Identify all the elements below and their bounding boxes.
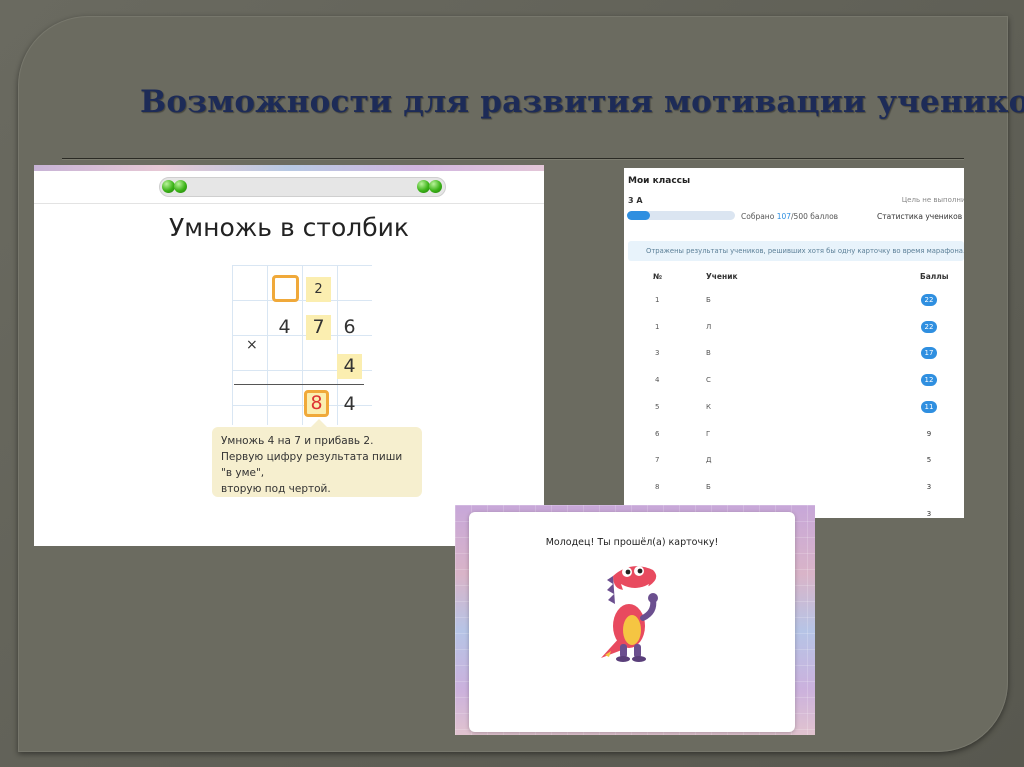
row-number: 6: [655, 429, 660, 438]
student-stats-link[interactable]: Статистика учеников: [877, 212, 962, 221]
classes-title: Мои классы: [628, 176, 691, 186]
decorative-strip: [34, 165, 544, 171]
row-number: 5: [655, 402, 660, 411]
row-number: 1: [655, 296, 660, 304]
row-number: 8: [655, 482, 660, 491]
row-number: 4: [655, 376, 660, 385]
column-header-score: Баллы: [920, 272, 949, 281]
hint-line: вторую под чертой.: [221, 483, 331, 495]
multiply-sign: ×: [246, 337, 258, 353]
student-name: Л: [706, 322, 712, 331]
class-name: 3 А: [628, 196, 643, 205]
multiplier-digit: 4: [337, 354, 362, 379]
collected-suffix: /500 баллов: [791, 212, 839, 221]
score-badge: 22: [921, 294, 937, 306]
goal-status: Цель не выполнил: [901, 196, 964, 204]
table-row: 8 Б 3: [624, 475, 964, 502]
success-panel: Молодец! Ты прошёл(а) карточку!: [455, 505, 815, 735]
exercise-progress-bar: [159, 177, 446, 197]
top-number-digit: 7: [306, 315, 331, 340]
table-row: 7 Д 5: [624, 448, 964, 475]
student-name: Г: [706, 429, 711, 438]
score-badge: 5: [926, 456, 932, 465]
result-digit: 4: [343, 393, 356, 415]
carry-digit: 2: [306, 277, 331, 302]
result-digit-active[interactable]: 8: [304, 390, 329, 417]
exercise-title: Умножь в столбик: [169, 213, 409, 242]
row-number: 1: [655, 322, 660, 331]
dinosaur-icon: [601, 566, 658, 662]
row-number: 3: [655, 349, 660, 358]
exercise-panel: Умножь в столбик 2 4 7 6 × 4 8 4 Умножь …: [34, 165, 544, 546]
classes-panel: Мои классы 3 А Цель не выполнил Собрано …: [624, 168, 964, 518]
student-name: К: [706, 402, 711, 411]
class-progress-bar: [627, 211, 735, 220]
student-name: Д: [706, 456, 712, 465]
hint-line: Первую цифру результата пиши "в уме",: [221, 451, 403, 479]
table-row: 1 Б 22: [624, 288, 964, 315]
hint-line: Умножь 4 на 7 и прибавь 2.: [221, 435, 374, 447]
column-header-number: №: [653, 272, 663, 281]
score-badge: 12: [921, 374, 937, 387]
divider: [34, 203, 544, 204]
score-badge: 22: [921, 320, 937, 333]
score-badge: 9: [926, 429, 932, 438]
progress-dot-icon: [174, 180, 187, 193]
collected-value: 107: [776, 212, 792, 221]
student-name: В: [706, 349, 711, 358]
class-progress-fill: [627, 211, 651, 220]
score-badge: 17: [921, 347, 937, 360]
row-number: 7: [655, 456, 660, 465]
student-name: Б: [706, 296, 711, 304]
table-row: 4 С 12: [624, 368, 964, 395]
table-row: 5 К 11: [624, 395, 964, 422]
success-message: Молодец! Ты прошёл(а) карточку!: [545, 537, 719, 548]
info-banner: Отражены результаты учеников, решивших х…: [628, 241, 964, 261]
collected-points: Собрано 107/500 баллов: [741, 212, 838, 221]
title-divider: [62, 158, 964, 159]
slide-title: Возможности для развития мотивации учени…: [140, 84, 1024, 120]
answer-input-box[interactable]: [272, 275, 299, 302]
top-number-digit: 4: [278, 316, 291, 338]
table-row: 6 Г 9: [624, 422, 964, 449]
student-name: Б: [706, 482, 711, 491]
score-badge: 3: [926, 509, 932, 518]
score-badge: 11: [921, 400, 937, 413]
student-name: С: [706, 376, 711, 385]
top-number-digit: 6: [343, 316, 356, 338]
table-row: 1 Л 22: [624, 315, 964, 342]
progress-dot-icon: [429, 180, 442, 193]
table-row: 3 В 17: [624, 341, 964, 368]
score-badge: 3: [926, 482, 932, 491]
column-header-student: Ученик: [706, 272, 738, 281]
success-card: Молодец! Ты прошёл(а) карточку!: [469, 512, 795, 732]
result-line: [234, 384, 364, 385]
hint-tooltip: Умножь 4 на 7 и прибавь 2. Первую цифру …: [212, 419, 422, 497]
collected-prefix: Собрано: [741, 212, 775, 221]
